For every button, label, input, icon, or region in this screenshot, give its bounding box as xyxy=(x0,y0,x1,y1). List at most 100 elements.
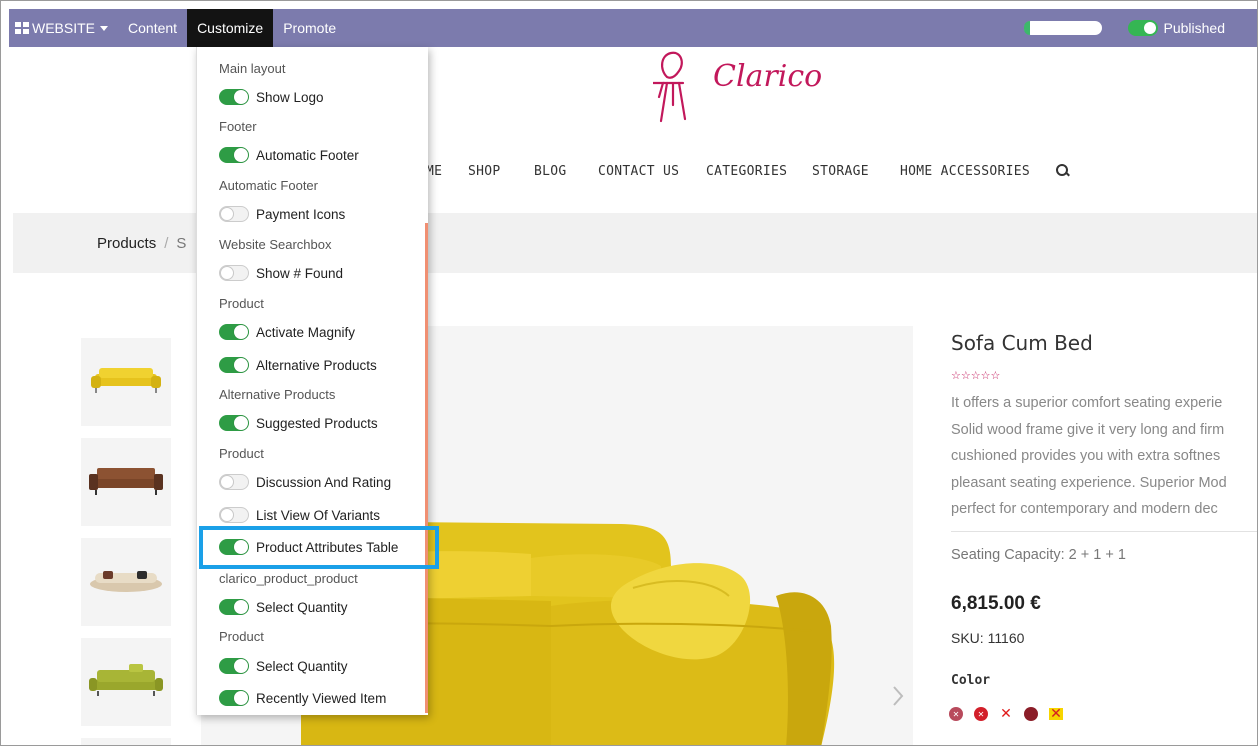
nav-item-blog[interactable]: BLOG xyxy=(534,164,598,179)
main-nav: ME SHOP BLOG CONTACT US CATEGORIES STORA… xyxy=(426,159,1070,183)
toggle-switch[interactable] xyxy=(219,474,249,490)
menu-option-label: Discussion And Rating xyxy=(256,474,392,490)
product-thumbnail[interactable] xyxy=(81,638,171,726)
color-swatch-yellow[interactable]: ✕ xyxy=(1049,707,1063,721)
website-editor-bar: WEBSITE Content Customize Promote Publis… xyxy=(9,9,1257,47)
toggle-switch[interactable] xyxy=(219,599,249,615)
rating-stars[interactable]: ☆☆☆☆☆ xyxy=(951,369,1000,382)
description-line: cushioned provides you with extra softne… xyxy=(951,448,1221,464)
apps-grid-icon xyxy=(15,22,29,34)
browser-frame: WEBSITE Content Customize Promote Publis… xyxy=(0,0,1258,746)
description-line: pleasant seating experience. Superior Mo… xyxy=(951,474,1227,491)
color-label: Color xyxy=(951,673,991,688)
menu-option-automatic-footer[interactable]: Automatic Footer xyxy=(197,140,426,170)
menu-section-header: Website Searchbox xyxy=(197,234,426,254)
published-toggle[interactable] xyxy=(1127,20,1158,36)
breadcrumb-products[interactable]: Products xyxy=(97,235,156,252)
breadcrumb: Products / S xyxy=(97,235,186,252)
menu-option-activate-magnify[interactable]: Activate Magnify xyxy=(197,317,426,347)
divider xyxy=(951,531,1257,532)
description-line: It offers a superior comfort seating exp… xyxy=(951,395,1223,411)
product-description: It offers a superior comfort seating exp… xyxy=(951,390,1257,523)
menu-option-label: Activate Magnify xyxy=(256,324,356,340)
menu-option-label: Recently Viewed Item xyxy=(256,690,387,706)
menu-section-header: Alternative Products xyxy=(197,384,426,404)
highlight-box xyxy=(199,526,439,569)
section-header-label: Product xyxy=(219,295,264,311)
menu-section-header: Footer xyxy=(197,116,426,136)
published-label: Published xyxy=(1163,20,1226,36)
color-swatch-maroon[interactable] xyxy=(1024,707,1038,721)
menu-option-suggested-products[interactable]: Suggested Products xyxy=(197,408,426,438)
toggle-switch[interactable] xyxy=(219,89,249,105)
menu-option-label: Show Logo xyxy=(256,89,324,105)
menu-section-header: Main layout xyxy=(197,58,426,78)
toggle-switch[interactable] xyxy=(219,658,249,674)
toggle-switch[interactable] xyxy=(219,415,249,431)
toggle-switch[interactable] xyxy=(219,265,249,281)
menu-option-discussion-and-rating[interactable]: Discussion And Rating xyxy=(197,467,426,497)
section-header-label: Alternative Products xyxy=(219,386,336,402)
nav-item-shop[interactable]: SHOP xyxy=(468,164,534,179)
seating-capacity: Seating Capacity: 2 + 1 + 1 xyxy=(951,547,1126,563)
caret-down-icon xyxy=(100,25,109,31)
website-menu-button[interactable]: WEBSITE xyxy=(9,9,118,47)
toggle-switch[interactable] xyxy=(219,690,249,706)
breadcrumb-current: S xyxy=(176,235,187,252)
olive-sofa-thumb xyxy=(89,664,163,696)
menu-option-label: Show # Found xyxy=(256,265,344,281)
menu-option-label: List View Of Variants xyxy=(256,507,381,523)
edit-progress-toggle[interactable] xyxy=(1023,21,1102,35)
menu-option-label: Suggested Products xyxy=(256,415,378,431)
menu-option-select-quantity[interactable]: Select Quantity xyxy=(197,651,426,681)
section-header-label: Product xyxy=(219,628,264,644)
brown-sofa-thumb xyxy=(89,468,163,495)
product-thumbnail[interactable] xyxy=(81,538,171,626)
color-swatch-rose[interactable]: ✕ xyxy=(949,707,963,721)
toggle-switch[interactable] xyxy=(219,324,249,340)
toggle-switch[interactable] xyxy=(219,507,249,523)
promote-menu-button[interactable]: Promote xyxy=(273,9,346,47)
menu-section-header: Product xyxy=(197,626,426,646)
section-header-label: clarico_product_product xyxy=(219,570,358,586)
nav-item-contact-us[interactable]: CONTACT US xyxy=(598,164,706,179)
menu-option-payment-icons[interactable]: Payment Icons xyxy=(197,199,426,229)
menu-section-header: Product xyxy=(197,443,426,463)
color-swatch-bright-red[interactable]: ✕ xyxy=(999,706,1013,722)
color-swatch-red[interactable]: ✕ xyxy=(974,707,988,721)
description-line: Solid wood frame give it very long and f… xyxy=(951,421,1225,438)
menu-option-show-found[interactable]: Show # Found xyxy=(197,258,426,288)
menu-section-header: Product xyxy=(197,293,426,313)
beige-sofa-thumb xyxy=(90,571,162,592)
product-thumbnail[interactable] xyxy=(81,438,171,526)
menu-option-label: Automatic Footer xyxy=(256,147,359,163)
search-icon[interactable] xyxy=(1056,164,1070,178)
product-title: Sofa Cum Bed xyxy=(951,331,1093,355)
menu-option-recently-viewed-item[interactable]: Recently Viewed Item xyxy=(197,683,426,713)
menu-option-alternative-products[interactable]: Alternative Products xyxy=(197,350,426,380)
product-price: 6,815.00 € xyxy=(951,593,1041,614)
chevron-right-icon[interactable] xyxy=(889,684,907,708)
section-header-label: Automatic Footer xyxy=(219,177,318,193)
toggle-switch[interactable] xyxy=(219,206,249,222)
content-menu-button[interactable]: Content xyxy=(118,9,187,47)
toggle-switch[interactable] xyxy=(219,147,249,163)
nav-item-categories[interactable]: CATEGORIES xyxy=(706,164,812,179)
customize-dropdown: Main layout Show Logo Footer Automatic Foot… xyxy=(196,47,428,715)
nav-item-home[interactable]: ME xyxy=(426,164,468,179)
menu-option-label: Alternative Products xyxy=(256,357,377,373)
customize-menu-button[interactable]: Customize xyxy=(187,9,274,47)
menu-option-select-quantity[interactable]: Select Quantity xyxy=(197,592,426,622)
menu-section-header: Automatic Footer xyxy=(197,175,426,195)
nav-item-storage[interactable]: STORAGE xyxy=(812,164,900,179)
product-thumbnail[interactable] xyxy=(81,738,171,745)
color-swatches: ✕ ✕ ✕ ✕ xyxy=(949,706,1074,722)
yellow-sofa-thumb xyxy=(91,368,161,393)
menu-option-label: Payment Icons xyxy=(256,206,346,222)
section-header-label: Website Searchbox xyxy=(219,236,332,252)
nav-item-home-accessories[interactable]: HOME ACCESSORIES xyxy=(900,164,1056,179)
menu-option-show-logo[interactable]: Show Logo xyxy=(197,82,426,112)
toggle-switch[interactable] xyxy=(219,357,249,373)
section-header-label: Product xyxy=(219,445,264,461)
product-thumbnail[interactable] xyxy=(81,338,171,426)
